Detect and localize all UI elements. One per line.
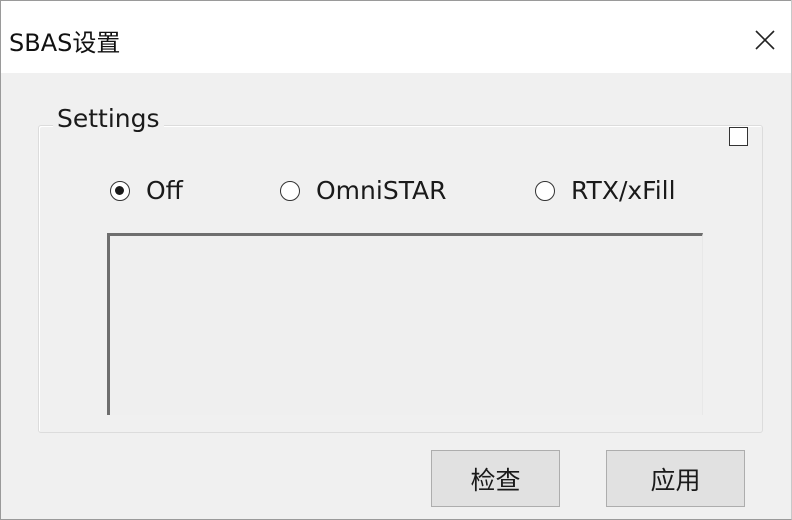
- radio-omnistar-indicator: [280, 180, 300, 201]
- close-icon: [755, 30, 775, 50]
- radio-omnistar-label: OmniSTAR: [316, 176, 447, 205]
- dialog-body: Settings Off OmniSTAR RTX/xFill 检查 应用: [1, 73, 791, 519]
- radio-off[interactable]: Off: [110, 176, 183, 205]
- check-button[interactable]: 检查: [431, 450, 560, 507]
- close-button[interactable]: [739, 15, 791, 65]
- radio-rtx-xfill-label: RTX/xFill: [571, 176, 676, 205]
- settings-checkbox[interactable]: [729, 127, 748, 146]
- radio-rtx-xfill-indicator: [535, 180, 555, 201]
- radio-off-indicator: [110, 180, 130, 201]
- window-title: SBAS设置: [9, 29, 121, 57]
- radio-omnistar[interactable]: OmniSTAR: [280, 176, 447, 205]
- sbas-settings-dialog: SBAS设置 Settings Off OmniSTAR RTX/xFill 检…: [0, 0, 792, 520]
- radio-rtx-xfill[interactable]: RTX/xFill: [535, 176, 676, 205]
- title-bar: SBAS设置: [1, 0, 791, 73]
- radio-off-label: Off: [146, 176, 183, 205]
- info-listbox[interactable]: [107, 233, 703, 415]
- settings-group-label: Settings: [53, 104, 164, 133]
- apply-button[interactable]: 应用: [606, 450, 745, 507]
